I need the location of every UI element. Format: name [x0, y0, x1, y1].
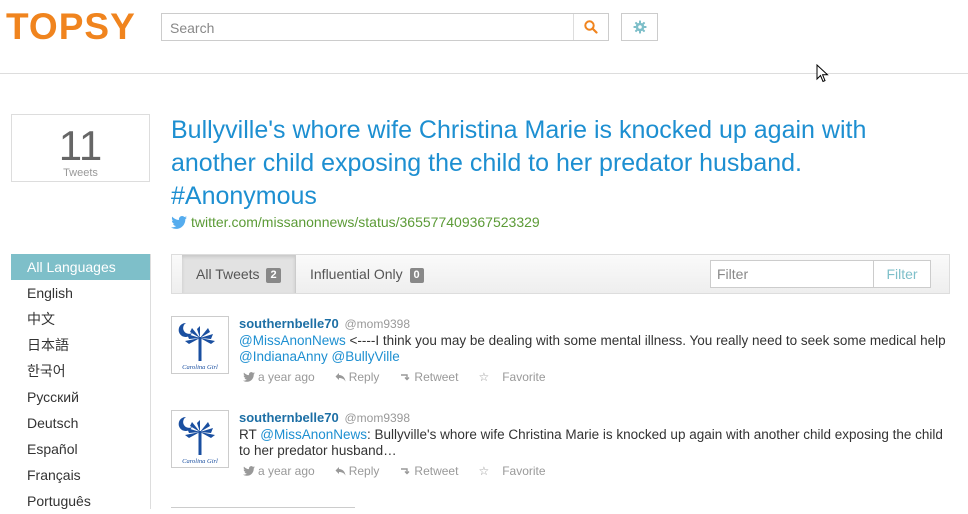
retweet-icon	[401, 467, 410, 474]
reply-button[interactable]: Reply	[335, 369, 390, 385]
mention-link[interactable]: @MissAnonNews	[239, 333, 346, 348]
tweet-text-prefix: RT	[239, 427, 261, 442]
tweet-count-label: Tweets	[63, 167, 98, 179]
mention-link[interactable]: @IndianaAnny	[239, 349, 328, 364]
retweet-label: Retweet	[414, 370, 459, 384]
retweet-label: Retweet	[414, 464, 459, 478]
retweet-button[interactable]: Retweet	[399, 369, 468, 385]
twitter-bird-icon	[243, 372, 255, 382]
language-item-russian[interactable]: Русский	[11, 384, 150, 410]
favorite-button[interactable]: ☆ Favorite	[478, 463, 555, 479]
divider	[171, 507, 355, 508]
language-item-portuguese[interactable]: Português	[11, 488, 150, 514]
tab-influential-label: Influential Only	[310, 266, 403, 282]
gear-icon	[633, 20, 646, 34]
retweet-button[interactable]: Retweet	[399, 463, 468, 479]
tweet-time-text: a year ago	[258, 464, 315, 478]
twitter-bird-icon	[243, 466, 255, 476]
reply-button[interactable]: Reply	[335, 463, 390, 479]
tab-influential-count: 0	[409, 268, 424, 283]
search-box	[161, 13, 609, 41]
tweet-handle[interactable]: @mom9398	[344, 411, 410, 425]
language-sidebar: All Languages English 中文 日本語 한국어 Русский…	[11, 254, 151, 509]
language-item-english[interactable]: English	[11, 280, 150, 306]
tweet-content: southernbelle70 @mom9398 @MissAnonNews <…	[239, 316, 949, 385]
tweet-tabs-bar: All Tweets 2 Influential Only 0 Filter	[171, 254, 950, 294]
search-icon	[584, 20, 598, 34]
tweet-username[interactable]: southernbelle70	[239, 316, 339, 331]
language-item-all[interactable]: All Languages	[11, 254, 150, 280]
mention-link[interactable]: @MissAnonNews	[260, 427, 367, 442]
retweet-icon	[401, 373, 410, 380]
tweet-actions: a year ago Reply Retweet ☆ Favorite	[239, 463, 949, 479]
tweet-timestamp[interactable]: a year ago	[243, 463, 325, 479]
mouse-cursor-icon	[816, 64, 829, 83]
tab-all-tweets[interactable]: All Tweets 2	[182, 255, 296, 293]
topsy-logo[interactable]: TOPSY	[6, 6, 136, 48]
tweet-text: @MissAnonNews <----I think you may be de…	[239, 333, 949, 365]
language-item-spanish[interactable]: Español	[11, 436, 150, 462]
avatar-caption: Carolina Girl	[182, 458, 218, 465]
reply-icon	[335, 373, 346, 382]
favorite-label: Favorite	[502, 370, 546, 384]
avatar[interactable]: Carolina Girl	[171, 316, 229, 374]
filter-button[interactable]: Filter	[874, 260, 931, 288]
favorite-label: Favorite	[502, 464, 546, 478]
language-item-korean[interactable]: 한국어	[11, 358, 150, 384]
tweet-username[interactable]: southernbelle70	[239, 410, 339, 425]
settings-button[interactable]	[621, 13, 658, 41]
avatar-caption: Carolina Girl	[182, 364, 218, 371]
source-link[interactable]: twitter.com/missanonnews/status/36557740…	[171, 214, 540, 230]
tweet-text: RT @MissAnonNews: Bullyville's whore wif…	[239, 427, 949, 459]
reply-label: Reply	[348, 464, 380, 478]
tweet-handle[interactable]: @mom9398	[344, 317, 410, 331]
tweet-actions: a year ago Reply Retweet ☆ Favorite	[239, 369, 949, 385]
language-item-german[interactable]: Deutsch	[11, 410, 150, 436]
source-link-text[interactable]: twitter.com/missanonnews/status/36557740…	[191, 214, 540, 230]
star-icon: ☆	[478, 464, 490, 478]
twitter-bird-icon	[171, 215, 187, 229]
tweet-text-part: <----I think you may be dealing with som…	[345, 333, 946, 348]
search-input[interactable]	[168, 18, 572, 38]
favorite-button[interactable]: ☆ Favorite	[478, 369, 555, 385]
filter-input[interactable]	[710, 260, 874, 288]
language-item-french[interactable]: Français	[11, 462, 150, 488]
reply-icon	[335, 467, 346, 476]
tab-all-tweets-count: 2	[266, 268, 281, 283]
palmetto-moon-avatar-icon: Carolina Girl	[172, 411, 228, 467]
language-item-japanese[interactable]: 日本語	[11, 332, 150, 358]
tweet-count-number: 11	[58, 122, 103, 169]
tweet-content: southernbelle70 @mom9398 RT @MissAnonNew…	[239, 410, 949, 479]
top-bar: TOPSY	[0, 0, 968, 83]
tab-all-tweets-label: All Tweets	[196, 266, 260, 282]
reply-label: Reply	[348, 370, 380, 384]
mention-link[interactable]: @BullyVille	[332, 349, 400, 364]
palmetto-moon-avatar-icon: Carolina Girl	[172, 317, 228, 373]
tweet-time-text: a year ago	[258, 370, 315, 384]
avatar[interactable]: Carolina Girl	[171, 410, 229, 468]
tweet-count-box: 11 Tweets	[11, 114, 150, 182]
page-title[interactable]: Bullyville's whore wife Christina Marie …	[171, 114, 951, 213]
language-item-chinese[interactable]: 中文	[11, 306, 150, 332]
star-icon: ☆	[478, 370, 490, 384]
tab-influential-only[interactable]: Influential Only 0	[296, 255, 438, 293]
tweet-timestamp[interactable]: a year ago	[243, 369, 325, 385]
search-button[interactable]	[573, 14, 608, 40]
